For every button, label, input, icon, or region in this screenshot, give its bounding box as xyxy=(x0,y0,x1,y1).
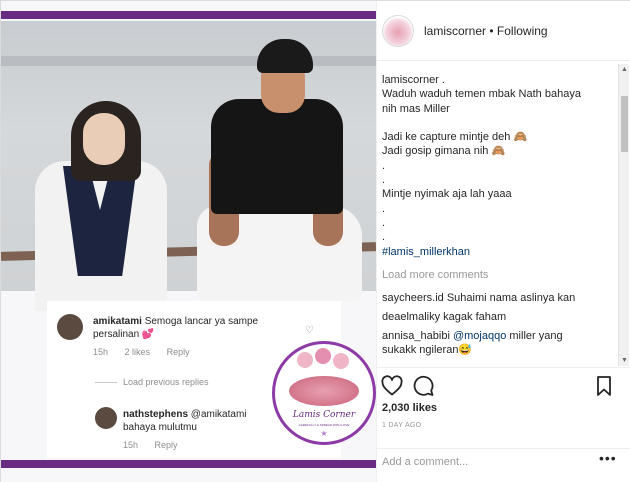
woman-face xyxy=(83,113,125,165)
flower-decoration xyxy=(333,353,349,369)
scroll-up-arrow-icon[interactable]: ▲ xyxy=(619,64,630,75)
logo-tagline: CAREFULLY & SPREAD WITH LOVE xyxy=(298,423,350,427)
logo-title: Lamis Corner xyxy=(292,410,356,420)
purple-stripe-top xyxy=(1,11,376,19)
overlay-comment-1: amikatami Semoga lancar ya sampe persali… xyxy=(93,315,303,341)
bookmark-icon[interactable] xyxy=(592,374,616,398)
caption-line: . xyxy=(382,159,386,172)
flower-decoration xyxy=(297,352,313,368)
post-caption: lamiscorner . Waduh waduh temen mbak Nat… xyxy=(382,73,614,259)
overlay-comment-1-likes: 2 likes xyxy=(124,347,151,357)
post-sidebar: lamiscorner • Following lamiscorner . Wa… xyxy=(376,1,630,482)
overlay-comment-2-user: nathstephens xyxy=(123,409,189,420)
caption-line: Jadi ke capture mintje deh 🙈 xyxy=(382,131,528,144)
overlay-load-previous: Load previous replies xyxy=(123,377,209,387)
comment-item: deaelmaliky kagak faham xyxy=(382,310,616,324)
profile-avatar[interactable] xyxy=(382,15,414,47)
instagram-post-embed: amikatami Semoga lancar ya sampe persali… xyxy=(0,0,630,482)
overlay-comment-2-mention: @amikatami xyxy=(190,409,247,420)
hashtag-link[interactable]: #lamis_millerkhan xyxy=(382,245,614,259)
caption-line: . xyxy=(382,174,386,187)
comment-text: Suhaimi nama aslinya kan xyxy=(446,292,576,304)
username-link[interactable]: lamiscorner xyxy=(424,24,486,38)
caption-line: . xyxy=(382,231,386,244)
replies-divider xyxy=(95,382,117,383)
comment-username[interactable]: saycheers.id xyxy=(382,292,444,304)
star-icon: ★ xyxy=(320,429,328,438)
lips-graphic xyxy=(289,376,359,406)
comments-scrollbar[interactable]: ▲ ▼ xyxy=(618,64,629,366)
overlay-comment-2-reply: Reply xyxy=(154,440,178,450)
amikatami-avatar xyxy=(57,314,83,340)
post-timestamp[interactable]: 1 DAY AGO xyxy=(382,422,421,429)
overlay-comment-1-meta: 15h 2 likes Reply xyxy=(93,347,204,357)
comment-text: kagak faham xyxy=(443,311,507,323)
post-actions: 2,030 likes 1 DAY AGO xyxy=(377,369,630,449)
overlay-comment-2-time: 15h xyxy=(123,440,139,450)
overlay-comment-1-text-b: persalinan 💕 xyxy=(93,329,155,340)
lamis-corner-logo: Lamis Corner CAREFULLY & SPREAD WITH LOV… xyxy=(272,341,376,445)
comment-bubble-icon[interactable] xyxy=(411,374,435,398)
caption-line: Jadi gosip gimana nih 🙈 xyxy=(382,145,506,158)
post-header: lamiscorner • Following xyxy=(377,1,630,61)
add-comment-input[interactable]: Add a comment... xyxy=(382,456,468,468)
overlay-comment-2-text: bahaya mulutmu xyxy=(123,422,197,433)
caption-line: . xyxy=(382,202,386,215)
overlay-comment-1-reply: Reply xyxy=(166,347,190,357)
follow-status-button[interactable]: Following xyxy=(497,24,548,38)
comment-username[interactable]: deaelmaliky xyxy=(382,311,440,323)
man-figure xyxy=(211,99,343,214)
purple-stripe-bottom xyxy=(1,460,376,468)
caption-line: Mintje nyimak aja lah yaaa xyxy=(382,188,512,201)
overlay-comment-1-text-a: Semoga lancar ya sampe xyxy=(144,316,259,327)
caption-line: . xyxy=(382,216,386,229)
comment-item: saycheers.id Suhaimi nama aslinya kan xyxy=(382,291,616,305)
heart-outline-icon: ♡ xyxy=(305,325,314,336)
comments-panel[interactable]: lamiscorner . Waduh waduh temen mbak Nat… xyxy=(377,62,630,368)
header-separator: • xyxy=(489,24,494,38)
overlay-comment-1-time: 15h xyxy=(93,347,109,357)
comment-username[interactable]: annisa_habibi xyxy=(382,330,450,342)
scroll-down-arrow-icon[interactable]: ▼ xyxy=(619,355,630,366)
caption-line xyxy=(382,116,614,130)
caption-line: Waduh waduh temen mbak Nath bahaya xyxy=(382,88,581,101)
comment-text: sukakk ngileran😅 xyxy=(382,344,473,356)
scroll-thumb[interactable] xyxy=(621,96,628,152)
flower-decoration xyxy=(315,348,331,364)
nathstephens-avatar xyxy=(95,407,117,429)
comment-item: annisa_habibi @mojaqqo miller yang xyxy=(382,329,616,343)
comment-continuation: sukakk ngileran😅 xyxy=(382,343,616,357)
post-image[interactable]: amikatami Semoga lancar ya sampe persali… xyxy=(1,1,376,482)
more-options-icon[interactable]: ••• xyxy=(599,450,617,466)
caption-line: nih mas Miller xyxy=(382,102,450,115)
wall-ledge xyxy=(1,56,376,66)
heart-icon[interactable] xyxy=(380,374,404,398)
load-more-comments-button[interactable]: Load more comments xyxy=(382,269,488,281)
overlay-comment-1-user: amikatami xyxy=(93,316,142,327)
comment-mention-link[interactable]: @mojaqqo xyxy=(453,330,506,342)
likes-count[interactable]: 2,030 likes xyxy=(382,402,437,414)
caption-line: lamiscorner . xyxy=(382,74,445,86)
overlay-comment-2-meta: 15h Reply xyxy=(123,440,192,450)
comment-text: miller yang xyxy=(509,330,563,342)
header-user-line: lamiscorner • Following xyxy=(424,24,548,38)
